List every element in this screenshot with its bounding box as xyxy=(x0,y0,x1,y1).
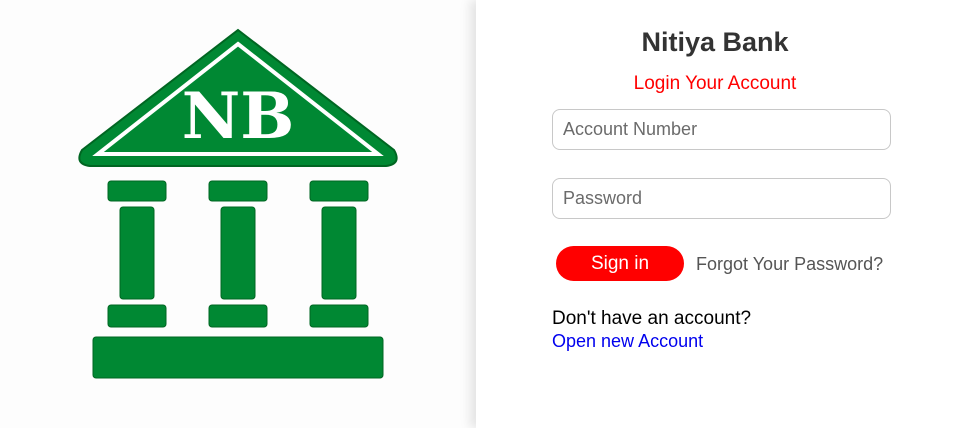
logo-foundation xyxy=(92,336,384,379)
account-number-input[interactable] xyxy=(552,109,891,150)
logo-column-right xyxy=(321,206,357,300)
logo-text: NB xyxy=(182,79,295,154)
logo-capital-left xyxy=(107,180,167,202)
password-input[interactable] xyxy=(552,178,891,219)
no-account-text: Don't have an account? xyxy=(552,308,752,329)
login-subtitle: Login Your Account xyxy=(633,73,797,94)
logo-column-middle xyxy=(220,206,256,300)
logo-capital-middle xyxy=(208,180,268,202)
logo-base-right xyxy=(309,304,369,328)
logo-base-left xyxy=(107,304,167,328)
logo-capital-right xyxy=(309,180,369,202)
forgot-password-link[interactable]: Forgot Your Password? xyxy=(696,253,883,275)
login-panel: Nitiya Bank Login Your Account Sign in F… xyxy=(476,0,954,428)
sign-in-button[interactable]: Sign in xyxy=(556,246,684,281)
bank-building-logo: NB xyxy=(78,28,398,379)
logo-base-middle xyxy=(208,304,268,328)
bank-title: Nitiya Bank xyxy=(641,27,789,57)
logo-panel: NB xyxy=(0,0,476,428)
logo-column-left xyxy=(119,206,155,300)
open-account-link[interactable]: Open new Account xyxy=(552,330,703,352)
